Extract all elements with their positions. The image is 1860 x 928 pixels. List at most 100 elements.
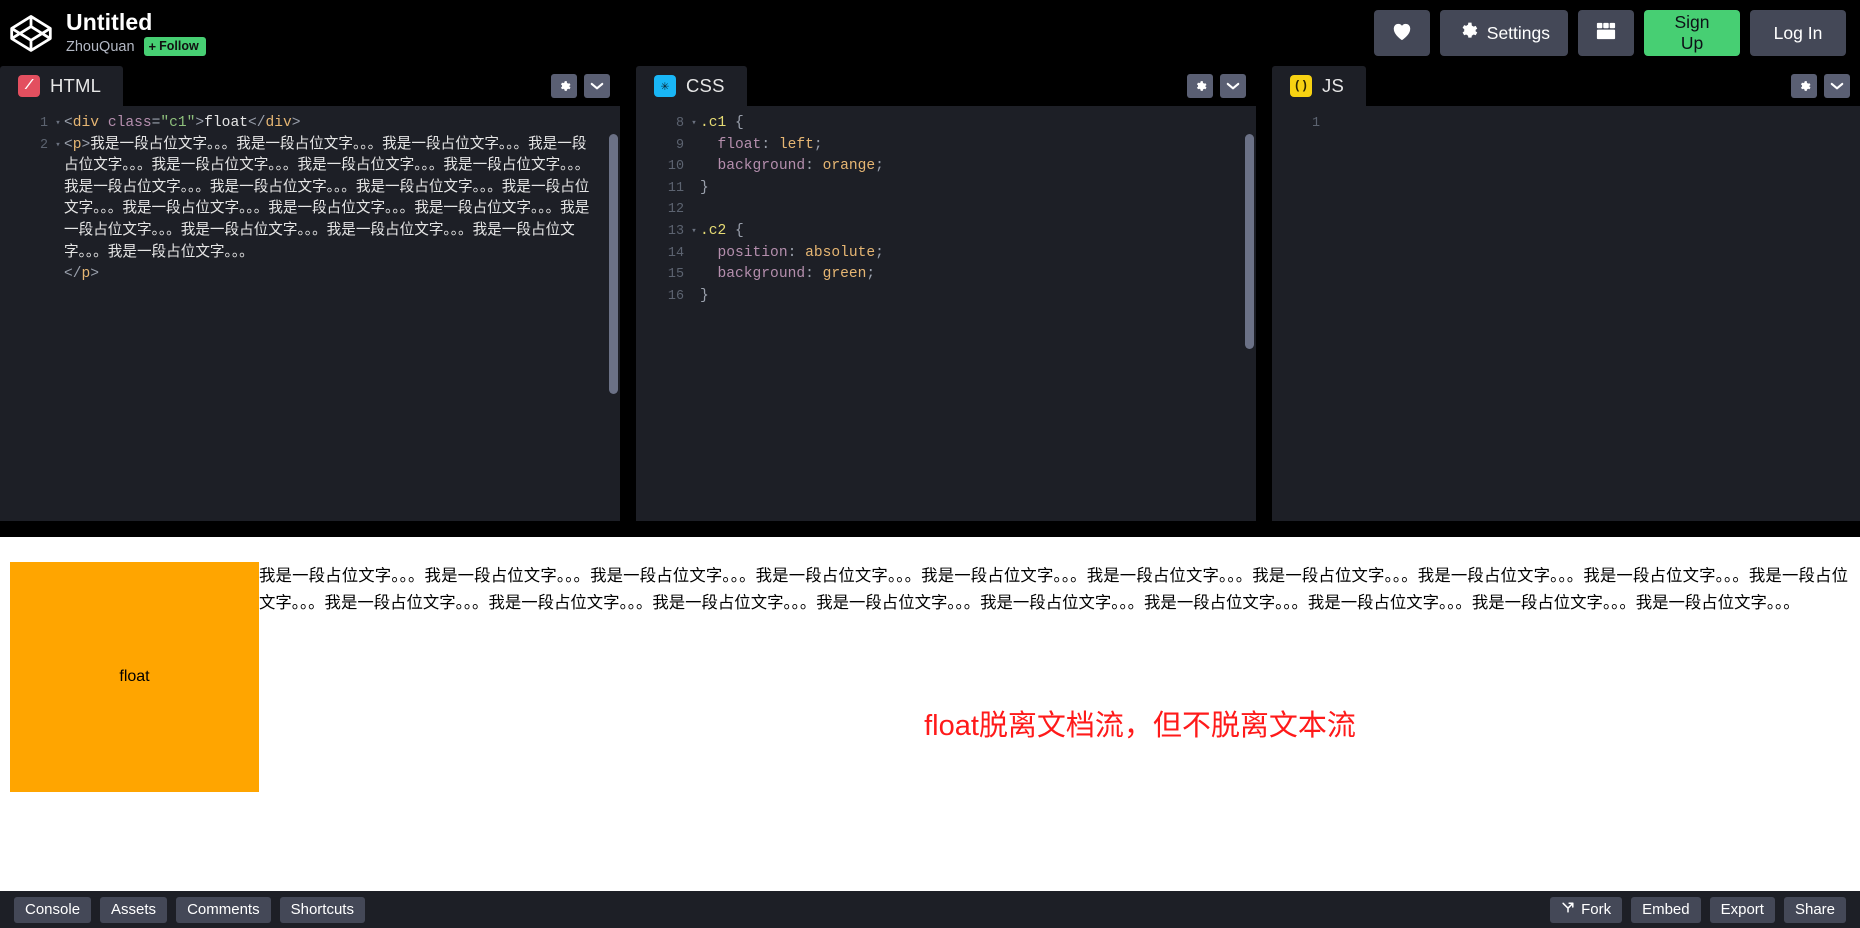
code-line-row: 1 ▾ <div class="c1">float</div> [0, 113, 620, 135]
tab-js[interactable]: () JS [1272, 66, 1366, 106]
css-code-area[interactable]: 8 ▾ .c1 {9 float: left; 10 background: oran… [636, 106, 1256, 521]
fold-marker-icon[interactable]: ▾ [52, 113, 64, 135]
code-text: .c2 { [700, 222, 744, 239]
heart-icon [1391, 21, 1413, 46]
settings-button[interactable]: Settings [1439, 10, 1568, 56]
line-number: 2 [39, 137, 48, 153]
line-number: 1 [39, 116, 48, 131]
js-code-rows: 1 [1272, 106, 1860, 135]
css-settings-button[interactable] [1187, 74, 1213, 98]
css-editor-pane: ✳ CSS 8 ▾ .c1 {9 float: left; 10 background… [636, 66, 1256, 521]
js-code-area[interactable]: 1 [1272, 106, 1860, 521]
code-text: } [700, 179, 709, 196]
settings-label: Settings [1486, 22, 1550, 43]
html-editor-pane: / HTML 1 ▾ <div class="c1">float</div> 2 ▾ <p… [0, 66, 620, 521]
header-actions: Settings Sign Up Log In [1373, 10, 1860, 56]
css-code-rows: 8 ▾ .c1 {9 float: left; 10 background: oran… [636, 106, 1256, 307]
code-text: <div class="c1">float</div> [64, 115, 301, 131]
float-box: float [10, 562, 259, 792]
css-scrollbar[interactable] [1245, 134, 1254, 349]
export-button[interactable]: Export [1709, 896, 1775, 923]
code-text: background: green; [717, 266, 876, 283]
css-pane-label: CSS [686, 75, 725, 96]
line-number: 13 [667, 223, 684, 239]
html-collapse-button[interactable] [584, 74, 610, 98]
code-text: <p>我是一段占位文字。。。我是一段占位文字。。。我是一段占位文字。。。我是一段… [64, 136, 590, 261]
html-code-area[interactable]: 1 ▾ <div class="c1">float</div> 2 ▾ <p>我是一段占位… [0, 106, 620, 521]
code-text: .c1 { [700, 115, 744, 131]
layout-button[interactable] [1578, 10, 1634, 56]
tab-html[interactable]: / HTML [0, 66, 124, 106]
code-line-row: 8 ▾ .c1 { [636, 113, 1256, 135]
code-line-row: 15 background: green; [636, 264, 1256, 286]
signup-button[interactable]: Sign Up [1644, 10, 1740, 56]
line-number: 8 [675, 116, 684, 131]
footer-right-actions: Fork Embed Export Share [1541, 896, 1846, 923]
codepen-editor-page: Untitled ZhouQuan + Follow Settings Sign… [0, 0, 1860, 928]
html-pane-tools [551, 74, 610, 98]
html-logo-icon: / [18, 75, 40, 97]
line-number: 11 [667, 180, 684, 196]
login-button[interactable]: Log In [1750, 10, 1846, 56]
js-collapse-button[interactable] [1824, 74, 1850, 98]
code-text: </p> [64, 266, 100, 283]
layout-grid-icon [1595, 21, 1617, 46]
js-pane-tools [1791, 74, 1850, 98]
line-number: 1 [1311, 116, 1320, 131]
share-button[interactable]: Share [1783, 896, 1846, 923]
line-number: 12 [667, 202, 684, 218]
code-text: background: orange; [717, 158, 884, 175]
like-button[interactable] [1373, 10, 1430, 56]
editor-panes: / HTML 1 ▾ <div class="c1">float</div> 2 ▾ <p… [0, 66, 1860, 521]
html-scrollbar[interactable] [609, 134, 618, 394]
fold-marker-icon[interactable]: ▾ [688, 113, 700, 135]
follow-label: Follow [159, 39, 199, 53]
html-code-rows: 1 ▾ <div class="c1">float</div> 2 ▾ <p>我是一段占位… [0, 106, 620, 286]
js-pane-bar: () JS [1272, 66, 1860, 106]
code-line-row: 14 position: absolute; [636, 243, 1256, 265]
html-pane-label: HTML [50, 75, 102, 96]
code-text: float: left; [717, 136, 823, 153]
js-settings-button[interactable] [1791, 74, 1817, 98]
code-line-row: </p> [0, 264, 620, 286]
fork-button[interactable]: Fork [1550, 896, 1623, 923]
console-button[interactable]: Console [14, 896, 92, 923]
follow-button[interactable]: + Follow [143, 37, 206, 56]
fold-marker-icon[interactable]: ▾ [52, 135, 64, 157]
code-line-row: 16} [636, 286, 1256, 308]
fork-icon [1561, 901, 1575, 918]
css-collapse-button[interactable] [1220, 74, 1246, 98]
codepen-logo-icon[interactable] [8, 10, 54, 56]
line-number: 15 [667, 267, 684, 283]
line-number: 9 [675, 137, 684, 153]
footer-left-actions: Console Assets Comments Shortcuts [14, 896, 374, 923]
code-text: } [700, 287, 709, 304]
code-line-row: 2 ▾ <p>我是一段占位文字。。。我是一段占位文字。。。我是一段占位文字。。。我是… [0, 135, 620, 265]
line-number: 10 [667, 159, 684, 175]
js-editor-pane: () JS 1 [1272, 66, 1860, 521]
shortcuts-button[interactable]: Shortcuts [279, 896, 365, 923]
preview-paragraph: 我是一段占位文字。。。我是一段占位文字。。。我是一段占位文字。。。我是一段占位文… [259, 567, 1848, 612]
pen-title: Untitled [66, 9, 153, 35]
pen-brand: Untitled ZhouQuan + Follow [0, 10, 206, 56]
code-line-row: 12 [636, 199, 1256, 221]
embed-button[interactable]: Embed [1631, 896, 1701, 923]
code-line-row: 1 [1272, 113, 1860, 135]
preview-note: float脱离文档流，但不脱离文本流 [924, 710, 1356, 743]
line-number: 14 [667, 245, 684, 261]
comments-button[interactable]: Comments [176, 896, 271, 923]
code-line-row: 9 float: left; [636, 135, 1256, 157]
html-settings-button[interactable] [551, 74, 577, 98]
plus-icon: + [148, 38, 157, 54]
fold-marker-icon[interactable]: ▾ [688, 221, 700, 243]
tab-css[interactable]: ✳ CSS [636, 66, 747, 106]
css-logo-icon: ✳ [654, 75, 676, 97]
fork-label: Fork [1581, 901, 1612, 918]
app-footer: Console Assets Comments Shortcuts Fork E… [0, 891, 1860, 928]
code-text: position: absolute; [717, 244, 884, 261]
code-line-row: 10 background: orange; [636, 156, 1256, 178]
pen-author[interactable]: ZhouQuan [66, 39, 135, 55]
preview-iframe[interactable]: float 我是一段占位文字。。。我是一段占位文字。。。我是一段占位文字。。。我… [0, 537, 1860, 891]
pen-subline: ZhouQuan + Follow [66, 37, 206, 56]
assets-button[interactable]: Assets [100, 896, 168, 923]
